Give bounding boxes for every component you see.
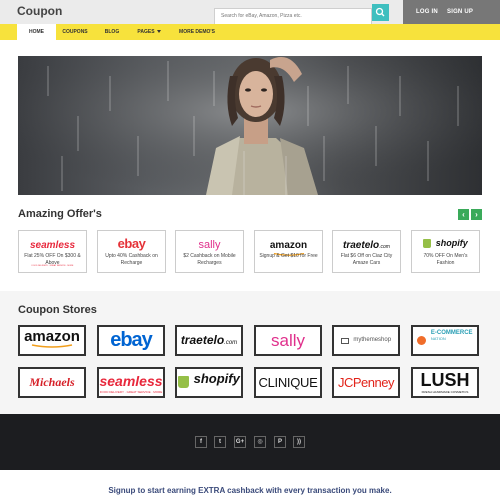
google-plus-icon[interactable]: G+	[234, 436, 246, 448]
offer-description: 70% OFF On Men's Fashion	[423, 253, 468, 266]
store-jcpenney[interactable]: JCPenney	[332, 367, 400, 398]
offers-next-button[interactable]: ›	[471, 209, 482, 220]
shopify-bag-icon	[423, 239, 432, 249]
nav-pages-label: PAGES	[137, 29, 155, 35]
search-button[interactable]	[372, 4, 389, 21]
store-traetelo[interactable]: traetelo.com	[175, 325, 243, 356]
offer-description: Upto 40% Cashback on Recharge	[105, 253, 158, 266]
nav-home[interactable]: HOME	[17, 24, 56, 40]
offer-description: Signup & Get $10 for Free	[259, 253, 318, 259]
offer-card[interactable]: shopify 70% OFF On Men's Fashion	[411, 230, 480, 273]
offer-card[interactable]: seamless FOOD DELIVERY · GREAT SERVICE ·…	[18, 230, 87, 273]
main-nav: HOME COUPONS BLOG PAGES MORE DEMO'S	[0, 24, 500, 40]
store-shopify[interactable]: shopify	[175, 367, 243, 398]
footer: f t G+ ◎ P ))	[0, 414, 500, 470]
offer-description: Flat $6 Off on Ciaz City Amaze Cars	[340, 253, 393, 266]
offer-card[interactable]: amazon Signup & Get $10 for Free	[254, 230, 323, 273]
signup-cta: Signup to start earning EXTRA cashback w…	[108, 486, 392, 495]
twitter-icon[interactable]: t	[214, 436, 226, 448]
auth-links: LOG IN SIGN UP	[403, 0, 500, 24]
chevron-right-icon: ›	[475, 210, 478, 219]
facebook-icon[interactable]: f	[195, 436, 207, 448]
hero-banner	[18, 56, 482, 195]
chevron-down-icon	[156, 30, 161, 34]
hero-image	[18, 56, 482, 195]
shopify-bag-icon	[178, 376, 190, 388]
search-form	[214, 4, 389, 25]
offer-card[interactable]: sally $2 Cashback on Mobile Recharges	[175, 230, 244, 273]
offer-description: $2 Cashback on Mobile Recharges	[183, 253, 236, 266]
stores-title: Coupon Stores	[18, 304, 97, 316]
login-link[interactable]: LOG IN	[416, 9, 438, 15]
nav-blog[interactable]: BLOG	[97, 24, 127, 40]
cart-icon	[340, 337, 349, 344]
store-ebay[interactable]: ebay	[97, 325, 165, 356]
top-bar: Coupon LOG IN SIGN UP	[0, 0, 500, 25]
offer-card[interactable]: ebay Upto 40% Cashback on Recharge	[97, 230, 166, 273]
search-icon	[375, 7, 385, 17]
store-seamless[interactable]: seamless FOOD DELIVERY · GREAT SERVICE ·…	[97, 367, 165, 398]
store-sally[interactable]: sally	[254, 325, 322, 356]
search-input[interactable]	[214, 7, 372, 25]
store-ecommerce-nation[interactable]: E-COMMERCE NATION	[411, 325, 479, 356]
signup-link[interactable]: SIGN UP	[447, 9, 473, 15]
rss-icon[interactable]: ))	[293, 436, 305, 448]
nav-pages[interactable]: PAGES	[132, 24, 166, 40]
ebay-logo: ebay	[117, 236, 146, 251]
chevron-left-icon: ‹	[462, 210, 465, 219]
site-brand[interactable]: Coupon	[17, 4, 62, 18]
store-mythemeshop[interactable]: mythemeshop	[332, 325, 400, 356]
pinterest-icon[interactable]: P	[274, 436, 286, 448]
instagram-icon[interactable]: ◎	[254, 436, 266, 448]
traetelo-logo: traetelo.com	[343, 240, 390, 251]
sally-logo: sally	[198, 239, 221, 251]
store-clinique[interactable]: CLINIQUE	[254, 367, 322, 398]
amazon-logo: amazon	[255, 235, 322, 256]
store-lush[interactable]: LUSH FRESH HANDMADE COSMETICS	[411, 367, 479, 398]
seamless-logo: seamless FOOD DELIVERY · GREAT SERVICE ·…	[29, 240, 76, 268]
ecommerce-nation-icon	[417, 336, 427, 345]
nav-more-demos[interactable]: MORE DEMO'S	[172, 24, 222, 40]
store-amazon[interactable]: amazon	[18, 325, 86, 356]
offer-description: Flat 25% OFF On $300 & Above	[24, 253, 81, 266]
nav-coupons[interactable]: COUPONS	[57, 24, 93, 40]
offer-card[interactable]: traetelo.com Flat $6 Off on Ciaz City Am…	[332, 230, 401, 273]
store-michaels[interactable]: Michaels	[18, 367, 86, 398]
offers-prev-button[interactable]: ‹	[458, 209, 469, 220]
shopify-logo: shopify	[412, 235, 479, 250]
offers-title: Amazing Offer's	[18, 208, 102, 220]
